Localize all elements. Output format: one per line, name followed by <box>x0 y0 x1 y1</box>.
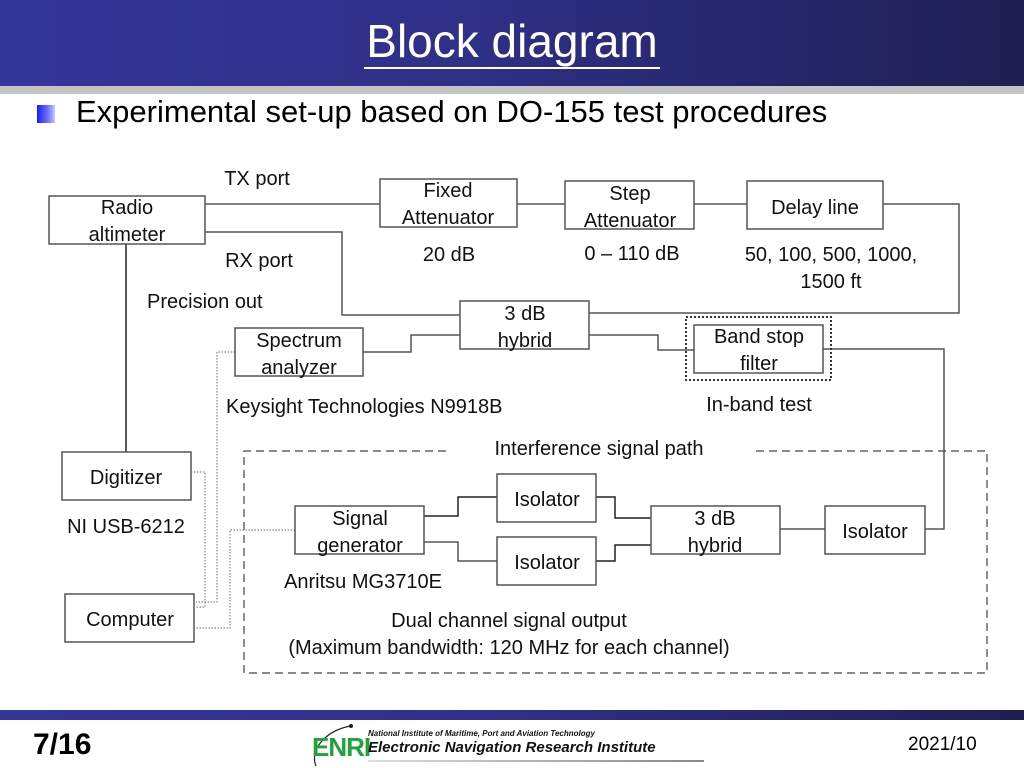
in-band-test-label: In-band test <box>706 394 812 416</box>
delay-line-block: Delay line <box>746 180 884 230</box>
wire-generator-to-isolator-top <box>424 496 497 517</box>
logo-underline <box>368 760 704 762</box>
spectrum-analyzer-block: Spectrum analyzer <box>234 327 364 379</box>
wire-isolator-top-to-hybrid <box>596 496 651 519</box>
digitizer-block: Digitizer <box>61 451 192 501</box>
isolator-top-label: Isolator <box>514 489 580 511</box>
wire-band-stop-filter-to-isolator <box>823 348 945 530</box>
hybrid-top-label-2: hybrid <box>498 330 552 352</box>
band-stop-filter-label-1: Band stop <box>714 326 804 348</box>
wire-generator-to-isolator-bottom <box>424 541 497 562</box>
step-attenuator-range: 0 – 110 dB <box>584 243 679 265</box>
step-attenuator-label-2: Attenuator <box>584 210 677 232</box>
hybrid-top-block: 3 dB hybrid <box>459 300 590 352</box>
logo-acronym: ENRI <box>312 732 371 762</box>
dual-channel-label-2: (Maximum bandwidth: 120 MHz for each cha… <box>288 637 729 659</box>
fixed-attenuator-value: 20 dB <box>423 244 475 266</box>
logo-small-text: National Institute of Maritime, Port and… <box>368 729 595 738</box>
radio-altimeter-block: Radio altimeter <box>48 195 206 246</box>
radio-altimeter-label-1: Radio <box>101 197 153 219</box>
delay-line-values-2: 1500 ft <box>800 271 862 293</box>
control-wire-spectrum-analyzer <box>196 351 235 603</box>
spectrum-analyzer-label-1: Spectrum <box>256 330 342 352</box>
step-attenuator-block: Step Attenuator <box>564 180 695 232</box>
signal-generator-label-1: Signal <box>332 508 388 530</box>
delay-line-values-1: 50, 100, 500, 1000, <box>745 244 917 266</box>
signal-generator-model: Anritsu MG3710E <box>284 571 442 593</box>
wire-hybrid-to-spectrum-analyzer <box>363 334 460 353</box>
rx-port-label: RX port <box>225 250 293 272</box>
band-stop-filter-block: Band stop filter <box>685 316 832 381</box>
footer-bar <box>0 710 1024 720</box>
spectrum-analyzer-label-2: analyzer <box>261 357 337 379</box>
hybrid-bottom-label-2: hybrid <box>688 535 742 557</box>
hybrid-bottom-label-1: 3 dB <box>694 508 735 530</box>
isolator-top-block: Isolator <box>496 473 597 523</box>
digitizer-model: NI USB-6212 <box>67 516 185 538</box>
isolator-bottom-block: Isolator <box>496 536 597 586</box>
isolator-right-label: Isolator <box>842 521 908 543</box>
delay-line-label: Delay line <box>771 197 859 219</box>
enri-logo: ENRI National Institute of Maritime, Por… <box>310 722 710 768</box>
radio-altimeter-label-2: altimeter <box>89 224 166 246</box>
precision-out-label: Precision out <box>147 291 263 313</box>
control-wire-signal-generator <box>196 529 295 629</box>
wire-isolator-bottom-to-hybrid <box>596 544 651 562</box>
logo-institute-name: Electronic Navigation Research Institute <box>368 739 656 756</box>
isolator-right-block: Isolator <box>824 505 926 555</box>
fixed-attenuator-block: Fixed Attenuator <box>379 178 518 229</box>
interference-path-label: Interference signal path <box>494 438 703 460</box>
control-wire-digitizer <box>191 471 206 608</box>
dual-channel-label-1: Dual channel signal output <box>391 610 627 632</box>
block-diagram: Radio altimeter Fixed Attenuator Step At… <box>48 168 988 674</box>
signal-generator-block: Signal generator <box>294 505 425 557</box>
hybrid-top-label-1: 3 dB <box>504 303 545 325</box>
spectrum-analyzer-model: Keysight Technologies N9918B <box>226 396 502 418</box>
fixed-attenuator-label-2: Attenuator <box>402 207 495 229</box>
page-number: 7/16 <box>33 728 92 761</box>
date-label: 2021/10 <box>908 734 977 755</box>
signal-generator-label-2: generator <box>317 535 403 557</box>
isolator-bottom-label: Isolator <box>514 552 580 574</box>
tx-port-label: TX port <box>224 168 290 190</box>
hybrid-bottom-block: 3 dB hybrid <box>650 505 781 557</box>
band-stop-filter-label-2: filter <box>740 353 778 375</box>
computer-label: Computer <box>86 609 174 631</box>
fixed-attenuator-label-1: Fixed <box>424 180 473 202</box>
wire-hybrid-to-band-stop-filter <box>589 334 694 351</box>
digitizer-label: Digitizer <box>90 467 163 489</box>
computer-block: Computer <box>64 593 195 643</box>
step-attenuator-label-1: Step <box>609 183 650 205</box>
